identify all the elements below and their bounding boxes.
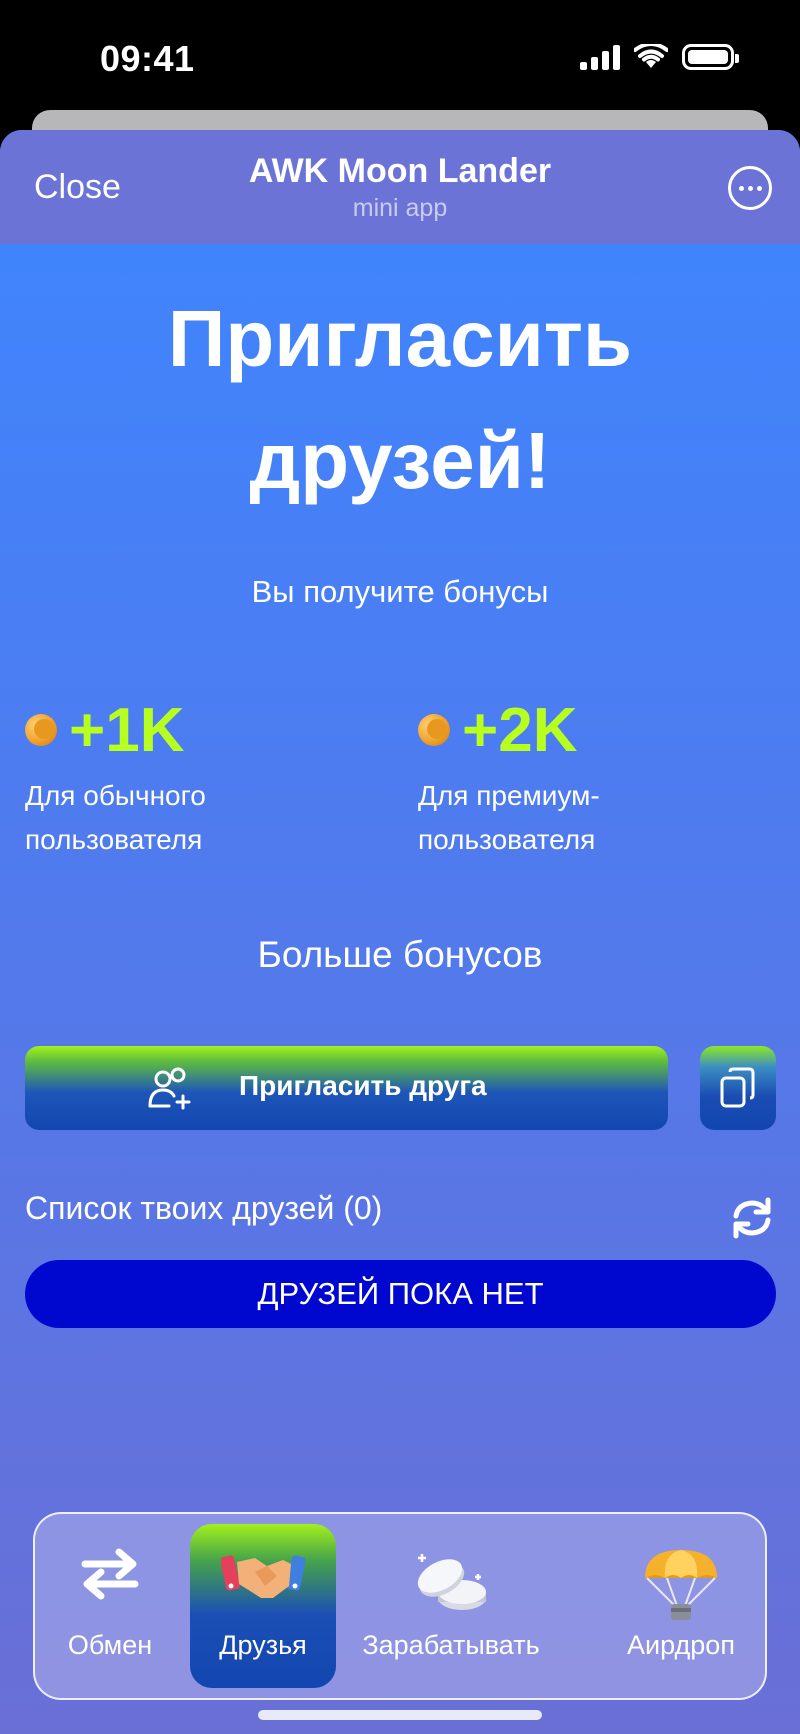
nav-airdrop-label: Аирдроп — [627, 1630, 735, 1660]
invite-friend-button[interactable]: Пригласить друга — [25, 1046, 668, 1130]
nav-friends-label: Друзья — [219, 1630, 307, 1660]
bottom-navigation: Обмен Друзья Зарабатывать Аирдроп — [33, 1512, 767, 1700]
nav-exchange[interactable]: Обмен — [35, 1514, 185, 1700]
home-indicator[interactable] — [258, 1710, 542, 1720]
refresh-button[interactable] — [730, 1196, 774, 1245]
nav-exchange-label: Обмен — [67, 1630, 153, 1660]
app-subtitle: mini app — [352, 194, 448, 222]
nav-earn-label: Зарабатывать — [362, 1630, 540, 1660]
refresh-icon — [733, 1197, 771, 1239]
status-bar: 09:41 — [0, 0, 800, 118]
bonus-premium: +2K Для премиум-пользователя — [418, 694, 758, 862]
bonus-amount: +1K — [69, 695, 185, 765]
bonus-description: Для обычного пользователя — [25, 780, 206, 855]
swap-arrows-icon — [81, 1548, 139, 1600]
more-options-icon[interactable] — [728, 166, 772, 210]
bonus-regular: +1K Для обычного пользователя — [25, 694, 365, 862]
app-header: Close AWK Moon Lander mini app — [0, 130, 800, 244]
status-icons — [580, 44, 739, 70]
empty-friends-banner: ДРУЗЕЙ ПОКА НЕТ — [25, 1260, 776, 1328]
nav-earn[interactable]: Зарабатывать — [341, 1514, 561, 1700]
coins-icon — [417, 1554, 486, 1610]
invite-friend-label: Пригласить друга — [239, 1070, 487, 1101]
moon-coin-icon — [418, 714, 450, 746]
friends-list-heading: Список твоих друзей (0) — [25, 1190, 383, 1226]
mini-app-window: Close AWK Moon Lander mini app Пригласит… — [0, 130, 800, 1734]
nav-airdrop[interactable]: Аирдроп — [595, 1514, 767, 1700]
status-time: 09:41 — [100, 38, 195, 79]
bonus-amount: +2K — [462, 695, 578, 765]
handshake-icon — [221, 1555, 305, 1598]
app-title: AWK Moon Lander — [248, 152, 552, 190]
bonus-description: Для премиум-пользователя — [418, 780, 600, 855]
parachute-icon — [645, 1550, 717, 1620]
cellular-signal-icon — [580, 44, 620, 70]
moon-coin-icon — [25, 714, 57, 746]
copy-link-button[interactable] — [700, 1046, 776, 1130]
page-title: Пригласить друзей! — [167, 294, 633, 505]
battery-icon — [682, 44, 739, 70]
wifi-icon — [634, 44, 668, 68]
page-subtitle: Вы получите бонусы — [251, 574, 549, 609]
more-bonuses-link[interactable]: Больше бонусов — [0, 934, 800, 976]
add-user-icon — [148, 1067, 191, 1110]
copy-icon — [720, 1067, 755, 1108]
nav-friends[interactable]: Друзья — [190, 1524, 336, 1688]
